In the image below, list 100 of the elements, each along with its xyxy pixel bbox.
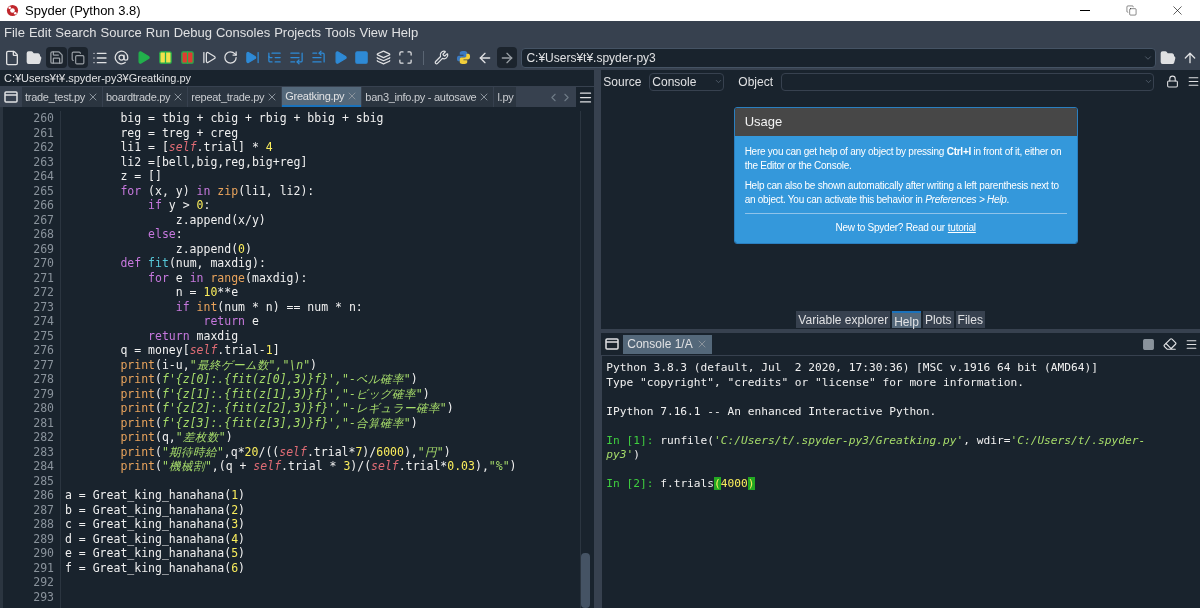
console-line: IPython 7.16.1 -- An enhanced Interactive Python. [606,404,937,418]
line-number: 283 [32,444,54,459]
code-line: q = money[self.trial-1] [119,343,280,357]
code-line: c = Great_king_hanahana(3) [65,517,246,531]
line-number: 275 [32,328,54,343]
code-line: b = Great_king_hanahana(2) [65,502,246,517]
code-line: n = 10**e [174,285,239,299]
pane-tab[interactable]: Files [955,311,985,328]
source-label: Source [603,73,642,91]
code-line: print(f'{z[1]:.{fit(z[1],3)}f}',"-ビッグ確率") [119,386,430,401]
code-line: e = Great_king_hanahana(5) [65,546,246,560]
code-line: return maxdig [147,328,239,343]
line-number: 266 [32,198,54,213]
line-number: 285 [32,473,54,488]
menu-item[interactable]: View [359,23,388,43]
working-directory-field[interactable]: C:¥Users¥t¥.spyder-py3 [521,47,1157,68]
line-number: 267 [32,212,54,227]
source-select[interactable]: Console [649,72,725,91]
code-line: for e in range(maxdig): [147,270,308,285]
editor-tab[interactable]: Greatking.py [282,87,362,107]
usage-paragraph: Help can also be shown automatically after writing a left parenthesis next to an object. You can activate this behavior in Preferences > Help. [744,179,1060,207]
console-line: Python 3.8.3 (default, Jul 2 2020, 17:30:36) [MSC v.1916 64 bit (AMD64)] [606,361,1098,374]
menu-item[interactable]: Projects [274,23,322,43]
editor-tab[interactable]: trade_test.py [22,87,103,107]
line-number: 270 [32,256,54,271]
menu-item[interactable]: Run [145,23,170,43]
line-number: 284 [32,459,54,474]
menu-icon[interactable] [1185,337,1198,351]
line-number: 286 [32,488,54,503]
line-number: 287 [32,502,54,517]
save-icon[interactable] [45,47,67,68]
object-field[interactable] [781,72,1154,91]
code-line: li1 = [self.trial] * 4 [119,140,273,154]
pane-tab[interactable]: Plots [922,311,954,328]
menu-item[interactable]: Source [100,23,142,43]
code-line: reg = treg + creg [119,125,239,140]
line-number: 290 [32,546,54,561]
line-number: 293 [32,589,54,604]
code-line: print(i-u,"最終ゲーム数","\n") [119,357,318,372]
code-line: z.append(0) [174,241,252,256]
code-line: if int(num * n) == num * n: [174,299,363,314]
console-tab[interactable]: Console 1/A [623,334,712,354]
menu-icon[interactable] [576,87,595,107]
menu-item[interactable]: Edit [28,23,52,43]
console-line: Type "copyright", "credits" or "license" for more information. [606,375,1024,389]
menu-item[interactable]: Help [391,23,419,43]
dropdown-caret-icon [714,77,724,86]
code-line: f = Great_king_hanahana(6) [65,560,246,575]
code-line: def fit(num, maxdig): [119,256,266,270]
save-all-icon[interactable] [67,47,89,68]
usage-footer: New to Spyder? Read our [835,221,945,235]
editor-tab[interactable]: repeat_trade.py [188,87,282,107]
menu-item[interactable]: File [4,23,25,43]
menu-item[interactable]: Consoles [215,23,271,43]
scrollbar-thumb[interactable] [581,553,591,608]
editor-tab[interactable]: ban3_info.py - autosave [362,87,494,107]
pane-tab[interactable]: Help [892,311,921,328]
usage-paragraph: Here you can get help of any object by pressing Ctrl+I in front of it, either on the Editor or the Console. [744,145,1063,173]
line-number: 280 [32,401,54,416]
pane-tab[interactable]: Variable explorer [796,311,891,328]
code-line: print(q,"差枚数") [119,430,233,444]
code-line: print(f'{z[3]:.{fit(z[3],3)}f}',"-合算確率") [119,415,418,430]
usage-title: Usage [744,113,783,132]
line-number: 291 [32,560,54,575]
lock-icon[interactable] [1166,75,1179,88]
code-line: for (x, y) in zip(li1, li2): [119,183,315,198]
line-number: 281 [32,415,54,430]
line-number: 282 [32,430,54,445]
line-number: 263 [32,154,54,169]
line-number: 277 [32,357,54,372]
editor-tab[interactable]: l.py [494,87,517,107]
code-line: d = Great_king_hanahana(4) [65,531,246,546]
line-number: 261 [32,125,54,140]
line-number: 279 [32,386,54,401]
line-number: 273 [32,299,54,314]
editor-tab[interactable]: boardtrade.py [103,87,188,107]
line-number: 268 [32,227,54,242]
line-number: 274 [32,314,54,329]
menu-item[interactable]: Search [55,23,97,43]
eraser-icon[interactable] [1163,337,1177,351]
code-line: big = tbig + cbig + rbig + bbig + sbig [119,111,384,125]
browse-tabs-icon[interactable] [605,337,620,351]
menu-item[interactable]: Debug [173,23,212,43]
minimize-icon [1080,10,1090,11]
code-line: if y > 0: [147,198,211,212]
stop-square-icon[interactable] [1142,337,1155,351]
line-number: 292 [32,575,54,590]
menu-item[interactable]: Tools [325,23,356,43]
line-number: 272 [32,285,54,300]
console-line: In [2]: f.trials(4000) [606,477,755,490]
code-line: print(f'{z[2]:.{fit(z[2],3)}f}',"-レギュラー確率") [119,401,454,415]
line-number: 260 [32,111,54,126]
scrollbar[interactable] [580,111,591,608]
menu-icon[interactable] [1187,75,1200,88]
line-number: 289 [32,531,54,546]
code-line: print("期待時給",q*20/((self.trial*7)/6000),"円") [119,444,451,459]
object-label: Object [738,73,773,91]
line-number: 265 [32,183,54,198]
console-output[interactable] [601,355,1200,608]
code-line: else: [147,227,183,241]
